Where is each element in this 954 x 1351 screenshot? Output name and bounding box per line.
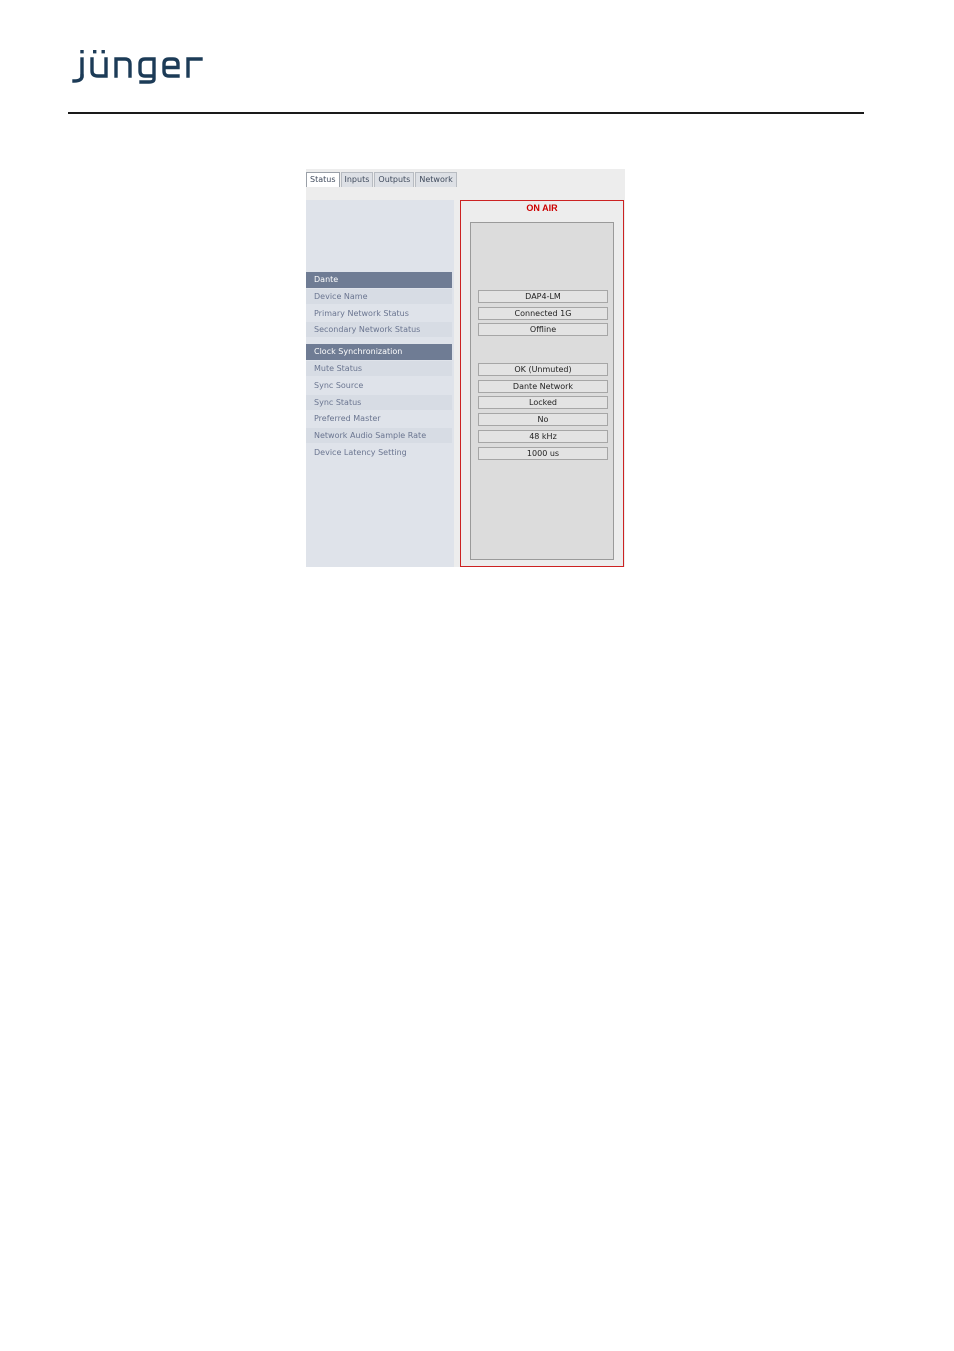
value-device-name: DAP4-LM xyxy=(478,290,608,303)
section-header-clock-sync: Clock Synchronization xyxy=(306,344,452,360)
label-secondary-network-status: Secondary Network Status xyxy=(306,322,452,337)
tab-bar: Status Inputs Outputs Network xyxy=(306,172,458,187)
value-mute-status: OK (Unmuted) xyxy=(478,363,608,376)
tab-network[interactable]: Network xyxy=(415,172,457,187)
value-network-audio-sample-rate: 48 kHz xyxy=(478,430,608,443)
header-rule xyxy=(68,112,864,114)
value-sync-status: Locked xyxy=(478,396,608,409)
label-network-audio-sample-rate: Network Audio Sample Rate xyxy=(306,428,452,443)
label-device-latency-setting: Device Latency Setting xyxy=(314,448,407,457)
status-label-panel: Dante Device Name Primary Network Status… xyxy=(306,200,454,567)
value-device-latency-setting: 1000 us xyxy=(478,447,608,460)
on-air-indicator: ON AIR xyxy=(526,203,558,213)
junger-logo xyxy=(68,40,228,90)
label-mute-status: Mute Status xyxy=(306,361,452,376)
status-value-panel: ON AIR DAP4-LM Connected 1G Offline OK (… xyxy=(460,200,624,567)
value-secondary-network-status: Offline xyxy=(478,323,608,336)
label-sync-source: Sync Source xyxy=(314,381,364,390)
tab-outputs[interactable]: Outputs xyxy=(374,172,415,187)
device-status-screenshot: Status Inputs Outputs Network Dante Devi… xyxy=(306,169,625,567)
junger-logo-graphic xyxy=(72,50,203,84)
value-sync-source: Dante Network xyxy=(478,380,608,393)
label-device-name: Device Name xyxy=(306,289,452,304)
tab-status[interactable]: Status xyxy=(306,172,340,187)
label-preferred-master: Preferred Master xyxy=(314,414,381,423)
value-preferred-master: No xyxy=(478,413,608,426)
label-primary-network-status: Primary Network Status xyxy=(314,309,409,318)
status-value-box: DAP4-LM Connected 1G Offline OK (Unmuted… xyxy=(470,222,614,560)
label-sync-status: Sync Status xyxy=(306,395,452,410)
tab-inputs[interactable]: Inputs xyxy=(340,172,374,187)
section-header-dante: Dante xyxy=(306,272,452,288)
value-primary-network-status: Connected 1G xyxy=(478,307,608,320)
